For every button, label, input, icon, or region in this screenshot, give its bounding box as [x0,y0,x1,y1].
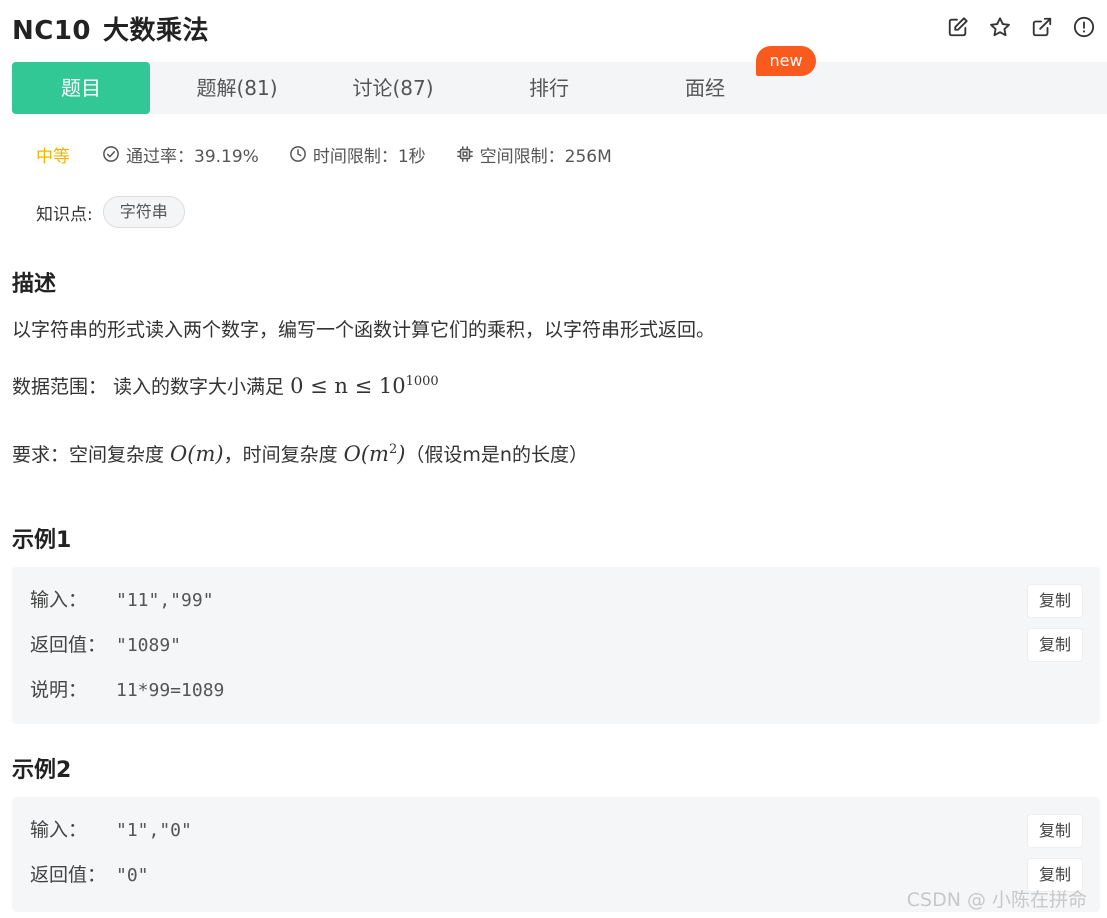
output-label: 返回值： [30,634,107,656]
example-1-output: 返回值： "1089" [30,630,181,660]
copy-input-button[interactable]: 复制 [1028,585,1082,617]
knowledge-label: 知识点: [36,204,93,225]
time-limit: 时间限制：1秒 [289,142,426,167]
copy-input-button[interactable]: 复制 [1028,815,1082,847]
page-header: NC10 大数乘法 [0,0,1107,60]
copy-output-button[interactable]: 复制 [1028,629,1082,661]
input-label: 输入： [30,819,88,841]
output-label: 返回值： [30,864,107,886]
example-2-heading: 示例2 [12,758,72,783]
chip-icon [456,146,473,162]
tab-ranking[interactable]: 排行 [484,62,614,114]
report-icon[interactable] [1073,16,1095,38]
check-circle-icon [103,146,119,162]
tab-problem[interactable]: 题目 [12,62,150,114]
requirement-prefix: 要求：空间复杂度 [12,444,171,466]
example-2-input: 输入： "1","0" [30,815,192,845]
new-badge: new [756,46,816,76]
problem-meta: 中等 通过率：39.19% 时间限制：1秒 空间限制：256M [36,142,642,167]
data-range-math: 0 ≤ n ≤ 10 [290,374,406,398]
space-complexity: O(m) [170,442,224,466]
space-limit: 空间限制：256M [456,142,612,167]
time-complexity: O(m [343,442,389,466]
requirement-suffix: （假设m是n的长度） [405,444,588,466]
external-link-icon[interactable] [1031,16,1053,38]
note-value: 11*99=1089 [116,680,225,701]
star-icon[interactable] [989,16,1011,38]
input-value: "1","0" [116,820,192,841]
problem-id: NC10 [12,16,92,46]
requirement: 要求：空间复杂度 O(m)，时间复杂度 O(m2)（假设m是n的长度） [12,440,588,467]
pass-rate-text: 通过率：39.19% [126,146,259,167]
note-label: 说明： [30,679,88,701]
pass-rate: 通过率：39.19% [102,142,259,167]
knowledge-points: 知识点: 字符串 [36,196,185,228]
data-range: 数据范围： 读入的数字大小满足 0 ≤ n ≤ 101000 [12,372,439,399]
example-1-heading: 示例1 [12,528,72,553]
tab-discussion[interactable]: 讨论(87) [328,62,458,114]
output-value: "1089" [116,635,182,656]
input-label: 输入： [30,589,88,611]
input-value: "11","99" [116,590,214,611]
description-text: 以字符串的形式读入两个数字，编写一个函数计算它们的乘积，以字符串形式返回。 [12,319,716,341]
example-2-output: 返回值： "0" [30,860,149,890]
requirement-mid: ，时间复杂度 [223,444,344,466]
problem-title: NC10 大数乘法 [12,10,209,47]
example-1-note: 说明： 11*99=1089 [30,675,224,705]
data-range-exponent: 1000 [405,374,439,389]
clock-icon [289,146,306,162]
edit-icon[interactable] [947,16,969,38]
knowledge-tag[interactable]: 字符串 [102,196,185,228]
time-complexity-exponent: 2 [388,442,398,457]
tab-interview[interactable]: 面经 [640,62,770,114]
time-limit-text: 时间限制：1秒 [312,146,426,167]
watermark: CSDN @ 小陈在拼命 [906,889,1087,911]
problem-name: 大数乘法 [103,16,210,46]
data-range-prefix: 数据范围： 读入的数字大小满足 [12,376,291,398]
example-1-box: 输入： "11","99" 复制 返回值： "1089" 复制 说明： 11*99=1… [12,567,1100,724]
tab-solutions[interactable]: 题解(81) [172,62,302,114]
tab-bar: 题目 题解(81) 讨论(87) 排行 面经 [12,62,1107,114]
space-limit-text: 空间限制：256M [479,146,612,167]
description-heading: 描述 [12,272,57,297]
header-actions [947,16,1095,38]
difficulty-label: 中等 [36,146,70,167]
output-value: "0" [116,865,149,886]
example-1-input: 输入： "11","99" [30,585,214,615]
